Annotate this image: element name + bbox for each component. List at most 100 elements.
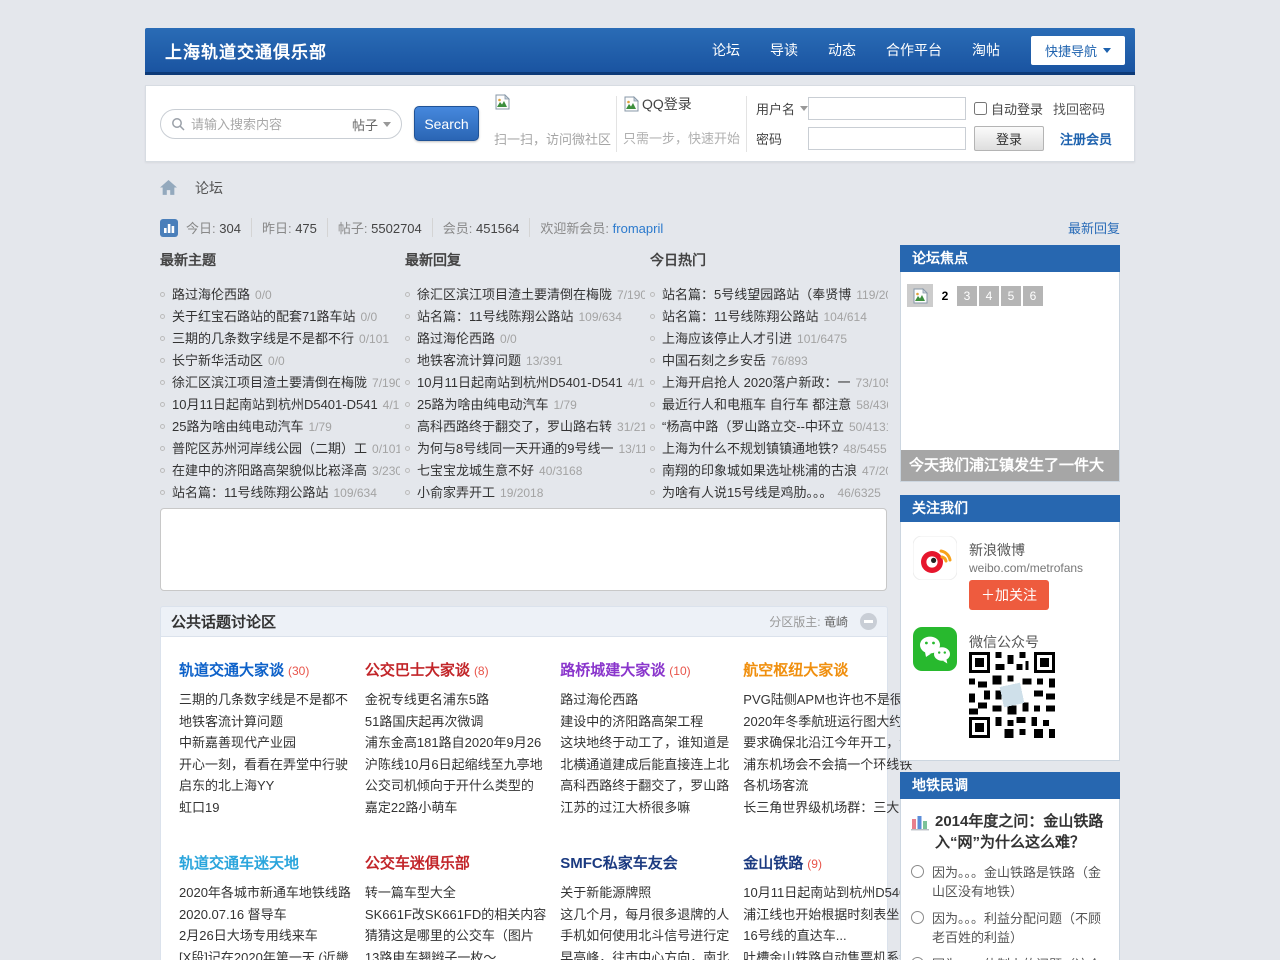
topic-row[interactable]: 站名篇：11号线陈翔公路站104/614 (650, 306, 888, 328)
nav-item[interactable]: 淘帖 (957, 40, 1015, 60)
topic-row[interactable]: 关于红宝石路站的配套71路车站0/0 (160, 306, 400, 328)
forum-link[interactable]: 轨道交通车迷天地 (179, 855, 299, 872)
topic-row[interactable]: 最近行人和电瓶车 自行车 都注意58/4369 (650, 394, 888, 416)
slide-page[interactable]: 4 (979, 286, 999, 306)
slide-page[interactable]: 5 (1001, 286, 1021, 306)
collapse-section-button[interactable] (860, 613, 877, 630)
forum-topic-link[interactable]: 北横通道建成后能直接连上北 (560, 754, 729, 776)
topic-link[interactable]: “杨高中路（罗山路立交--中环立 (662, 419, 844, 434)
topic-link[interactable]: 站名篇：11号线陈翔公路站 (662, 309, 819, 324)
poll-question[interactable]: 2014年度之问：金山铁路入“网”为什么这么难？ (935, 811, 1109, 853)
topic-link[interactable]: 上海应该停止人才引进 (662, 331, 792, 346)
slide-thumb[interactable] (907, 284, 933, 307)
forum-topic-link[interactable]: 开心一刻，看看在弄堂中行驶 (179, 754, 351, 776)
forum-topic-link[interactable]: 启东的北上海YY (179, 775, 351, 797)
forum-link[interactable]: 航空枢纽大家谈 (743, 662, 848, 679)
topic-row[interactable]: 上海为什么不规划镇镇通地铁?48/5455 (650, 438, 888, 460)
forum-link[interactable]: 公交巴士大家谈 (365, 662, 470, 679)
topic-row[interactable]: 路过海伦西路0/0 (405, 328, 645, 350)
slide-page-active[interactable]: 2 (935, 286, 955, 306)
nav-item[interactable]: 论坛 (697, 40, 755, 60)
poll-option[interactable]: 因为。。。体制上的问题（这个 (911, 955, 1109, 960)
topic-link[interactable]: 站名篇：11号线陈翔公路站 (172, 485, 329, 500)
topic-row[interactable]: 上海应该停止人才引进101/6475 (650, 328, 888, 350)
radio-icon[interactable] (911, 911, 924, 924)
slide-page[interactable]: 6 (1023, 286, 1043, 306)
topic-row[interactable]: 10月11日起南站到杭州D5401-D5414/155 (160, 394, 400, 416)
forum-topic-link[interactable]: 中新嘉善现代产业园 (179, 732, 351, 754)
topic-row[interactable]: “杨高中路（罗山路立交--中环立50/4131 (650, 416, 888, 438)
slide-page[interactable]: 3 (957, 286, 977, 306)
topic-link[interactable]: 10月11日起南站到杭州D5401-D541 (417, 375, 623, 390)
forum-link[interactable]: 轨道交通大家谈 (179, 662, 284, 679)
forum-link[interactable]: SMFC私家车友会 (560, 855, 678, 872)
topic-link[interactable]: 站名篇：5号线望园路站（奉贤博 (662, 287, 851, 302)
forum-topic-link[interactable]: 长三角世界级机场群：三大国 (743, 797, 918, 819)
forum-topic-link[interactable]: 高科西路终于翻交了，罗山路 (560, 775, 729, 797)
forum-topic-link[interactable]: 猜猜这是哪里的公交车（图片 (365, 925, 546, 947)
topic-link[interactable]: 站名篇：11号线陈翔公路站 (417, 309, 574, 324)
topic-link[interactable]: 徐汇区滨江项目渣土要清倒在梅陇 (172, 375, 367, 390)
topic-row[interactable]: 七宝宝龙城生意不好40/3168 (405, 460, 645, 482)
forum-topic-link[interactable]: 沪陈线10月6日起缩线至九亭地 (365, 754, 546, 776)
topic-row[interactable]: 站名篇：11号线陈翔公路站109/634 (160, 482, 400, 504)
register-link[interactable]: 注册会员 (1060, 129, 1112, 148)
quick-nav-button[interactable]: 快捷导航 (1031, 36, 1125, 65)
newest-member-link[interactable]: fromapril (613, 221, 664, 236)
topic-link[interactable]: 在建中的济阳路高架貌似比崧泽高 (172, 463, 367, 478)
forum-topic-link[interactable]: 各机场客流 (743, 775, 918, 797)
breadcrumb-forum-link[interactable]: 论坛 (195, 178, 223, 198)
topic-row[interactable]: 站名篇：11号线陈翔公路站109/634 (405, 306, 645, 328)
forum-topic-link[interactable]: 早高峰，往市中心方向，南北 (560, 947, 729, 960)
forum-topic-link[interactable]: 16号线的直达车... (743, 925, 918, 947)
topic-link[interactable]: 路过海伦西路 (417, 331, 495, 346)
forum-topic-link[interactable]: 江苏的过江大桥很多嘛 (560, 797, 729, 819)
forum-topic-link[interactable]: 2月26日大场专用线来车 (179, 925, 351, 947)
topic-link[interactable]: 徐汇区滨江项目渣土要清倒在梅陇 (417, 287, 612, 302)
username-field[interactable] (808, 97, 966, 120)
search-input[interactable] (191, 117, 344, 132)
topic-row[interactable]: 25路为啥由纯电动汽车1/79 (160, 416, 400, 438)
topic-link[interactable]: 三期的几条数字线是不是都不行 (172, 331, 354, 346)
forum-topic-link[interactable]: 吐槽金山铁路自动售票机系统 (743, 947, 918, 960)
nav-item[interactable]: 合作平台 (871, 40, 957, 60)
forum-topic-link[interactable]: 金祝专线更名浦东5路 (365, 689, 546, 711)
topic-row[interactable]: 中国石刻之乡安岳76/893 (650, 350, 888, 372)
topic-link[interactable]: 小俞家弄开工 (417, 485, 495, 500)
forum-topic-link[interactable]: 这块地终于动工了，谁知道是 (560, 732, 729, 754)
forum-topic-link[interactable]: 要求确保北沿江今年开工，让 (743, 732, 918, 754)
forum-topic-link[interactable]: 浦东机场会不会搞一个环线铁 (743, 754, 918, 776)
qq-login-link[interactable]: QQ登录 (642, 94, 692, 114)
forum-topic-link[interactable]: 关于新能源牌照 (560, 882, 729, 904)
topic-row[interactable]: 上海开启抢人 2020落户新政：一73/10520 (650, 372, 888, 394)
home-icon[interactable] (160, 180, 177, 196)
search-scope-dropdown[interactable]: 帖子 (344, 115, 391, 134)
forum-link[interactable]: 路桥城建大家谈 (560, 662, 665, 679)
slide-caption[interactable]: 今天我们浦江镇发生了一件大 (901, 450, 1119, 481)
radio-icon[interactable] (911, 865, 924, 878)
find-password-link[interactable]: 找回密码 (1053, 99, 1105, 118)
weibo-follow-button[interactable]: ＋加关注 (969, 580, 1049, 610)
forum-topic-link[interactable]: 浦东金高181路自2020年9月26 (365, 732, 546, 754)
forum-topic-link[interactable]: 13路电车翘辫子一枚～ (365, 947, 546, 960)
forum-topic-link[interactable]: 转一篇车型大全 (365, 882, 546, 904)
topic-row[interactable]: 徐汇区滨江项目渣土要清倒在梅陇7/190 (160, 372, 400, 394)
topic-link[interactable]: 南翔的印象城如果选址桃浦的古浪 (662, 463, 857, 478)
forum-topic-link[interactable]: 嘉定22路小萌车 (365, 797, 546, 819)
topic-row[interactable]: 徐汇区滨江项目渣土要清倒在梅陇7/190 (405, 284, 645, 306)
forum-topic-link[interactable]: [X段]记在2020年第一天 (近畿 (179, 947, 351, 960)
topic-link[interactable]: 关于红宝石路站的配套71路车站 (172, 309, 355, 324)
forum-topic-link[interactable]: 三期的几条数字线是不是都不 (179, 689, 351, 711)
login-button[interactable]: 登录 (974, 126, 1044, 151)
topic-row[interactable]: 三期的几条数字线是不是都不行0/101 (160, 328, 400, 350)
forum-link[interactable]: 公交车迷俱乐部 (365, 855, 470, 872)
topic-link[interactable]: 路过海伦西路 (172, 287, 250, 302)
topic-row[interactable]: 25路为啥由纯电动汽车1/79 (405, 394, 645, 416)
topic-row[interactable]: 长宁新华活动区0/0 (160, 350, 400, 372)
section-title-link[interactable]: 公共话题讨论区 (171, 611, 276, 632)
forum-topic-link[interactable]: 2020.07.16 督导车 (179, 904, 351, 926)
topic-link[interactable]: 为啥有人说15号线是鸡肋。。。 (662, 485, 832, 500)
topic-row[interactable]: 南翔的印象城如果选址桃浦的古浪47/2088 (650, 460, 888, 482)
topic-link[interactable]: 中国石刻之乡安岳 (662, 353, 766, 368)
nav-item[interactable]: 导读 (755, 40, 813, 60)
